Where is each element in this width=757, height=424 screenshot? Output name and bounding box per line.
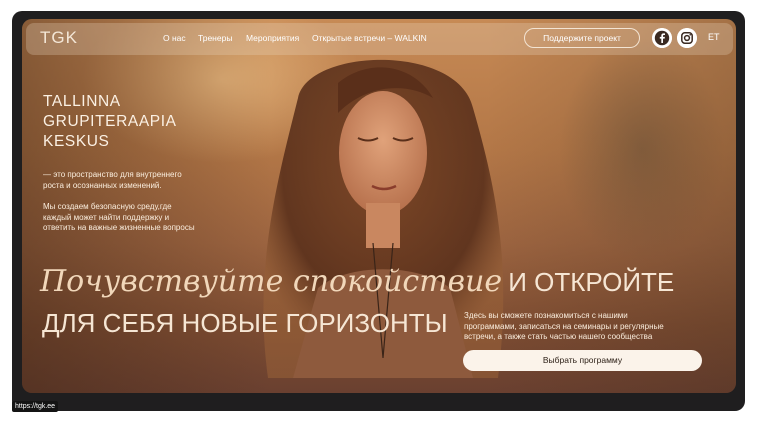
instagram-icon[interactable] — [677, 28, 697, 48]
choose-program-button[interactable]: Выбрать программу — [463, 350, 702, 371]
status-bar-url: https://tgk.ee — [12, 401, 59, 412]
tagline-line-1: — это пространство для внутреннего — [43, 170, 182, 179]
hero-headline-italic: Почувствуйте спокойствие — [40, 264, 503, 299]
hero-headline-line-1: Почувствуйте спокойствие И ОТКРОЙТЕ — [40, 264, 674, 299]
side-line-3: встречи, а также стать частью нашего соо… — [464, 332, 653, 341]
language-switch[interactable]: ET — [708, 32, 720, 42]
brand-line-3: KESKUS — [43, 133, 110, 150]
mission-line-3: ответить на важные жизненные вопросы — [43, 223, 195, 232]
brand-mission: Мы создаем безопасную среду,где каждый м… — [43, 202, 195, 234]
tagline-line-2: роста и осознанных изменений. — [43, 180, 162, 190]
brand-line-2: GRUPITERAAPIA — [43, 113, 177, 130]
brand-title: TALLINNA GRUPITERAAPIA KESKUS — [43, 92, 177, 152]
side-line-1: Здесь вы сможете познакомиться с нашими — [464, 311, 628, 320]
side-line-2: программами, записаться на семинары и ре… — [464, 321, 664, 331]
brand-tagline: — это пространство для внутреннего роста… — [43, 170, 182, 191]
nav-link-walkin[interactable]: Открытые встречи – WALKIN — [312, 33, 427, 43]
mission-line-1: Мы создаем безопасную среду,где — [43, 202, 172, 211]
hero-side-text: Здесь вы сможете познакомиться с нашими … — [464, 311, 664, 343]
brand-line-1: TALLINNA — [43, 93, 121, 110]
mission-line-2: каждый может найти поддержку и — [43, 212, 170, 222]
hero-headline-upper-1: И ОТКРОЙТЕ — [508, 267, 675, 297]
nav-link-events[interactable]: Мероприятия — [246, 33, 299, 43]
site-logo[interactable]: TGK — [40, 28, 78, 48]
hero-headline-upper-2: ДЛЯ СЕБЯ НОВЫЕ ГОРИЗОНТЫ — [42, 308, 448, 338]
support-project-button[interactable]: Поддержите проект — [524, 28, 640, 48]
facebook-icon[interactable] — [652, 28, 672, 48]
nav-link-about[interactable]: О нас — [163, 33, 186, 43]
nav-link-trainers[interactable]: Тренеры — [198, 33, 232, 43]
